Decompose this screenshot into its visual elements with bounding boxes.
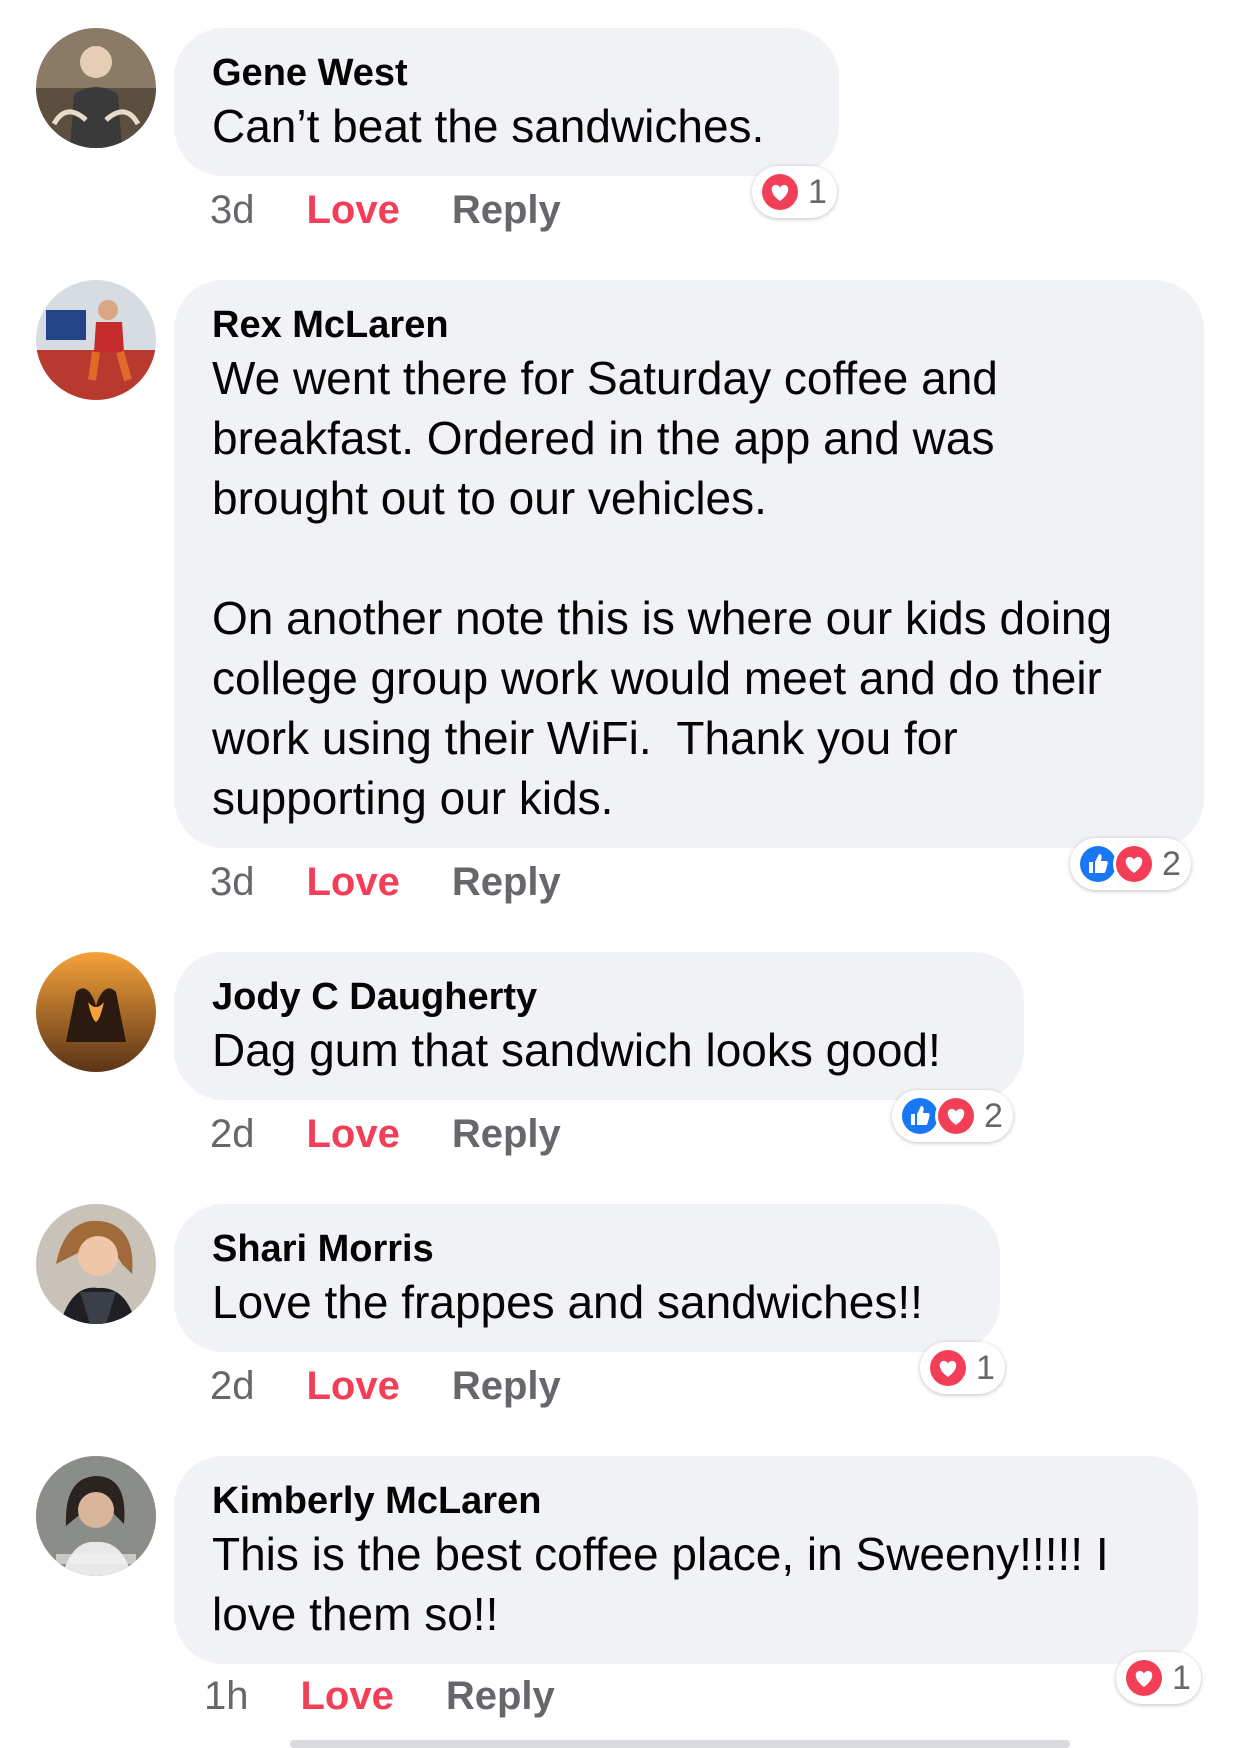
comment-bubble: Rex McLaren We went there for Saturday c… [174,280,1204,848]
comment-timestamp[interactable]: 2d [210,1110,255,1158]
comment-author[interactable]: Jody C Daugherty [212,974,988,1020]
comment-author[interactable]: Kimberly McLaren [212,1478,1162,1524]
reaction-summary[interactable]: 1 [920,1342,1005,1394]
comment-text: Dag gum that sandwich looks good! [212,1024,941,1076]
love-button[interactable]: Love [307,858,400,906]
love-button[interactable]: Love [301,1672,394,1720]
comment-author[interactable]: Rex McLaren [212,302,1168,348]
heart-reaction-icon [1113,843,1155,885]
reaction-count: 2 [1162,844,1181,883]
comment-author[interactable]: Shari Morris [212,1226,964,1272]
comment-text: Love the frappes and sandwiches!! [212,1276,923,1328]
love-button[interactable]: Love [307,1110,400,1158]
comment-bubble: Kimberly McLaren This is the best coffee… [174,1456,1198,1664]
avatar[interactable] [36,280,156,400]
comment-text: We went there for Saturday coffee and br… [212,352,1113,824]
comment-timestamp[interactable]: 3d [210,858,255,906]
comment-text: This is the best coffee place, in Sweeny… [212,1528,1109,1640]
avatar-photo [36,1456,156,1576]
comment-actions: 3d Love Reply [210,186,561,234]
reaction-summary[interactable]: 2 [1070,838,1191,890]
reaction-summary[interactable]: 1 [752,166,837,218]
comment-bubble: Gene West Can’t beat the sandwiches. [174,28,839,176]
comment-timestamp[interactable]: 2d [210,1362,255,1410]
reaction-count: 1 [976,1348,995,1387]
comment-text: Can’t beat the sandwiches. [212,100,765,152]
reply-button[interactable]: Reply [452,1362,561,1410]
comment-actions: 3d Love Reply [210,858,561,906]
comment-bubble: Shari Morris Love the frappes and sandwi… [174,1204,1000,1352]
heart-reaction-icon [927,1347,969,1389]
heart-reaction-icon [1123,1657,1165,1699]
reply-button[interactable]: Reply [446,1672,555,1720]
avatar[interactable] [36,952,156,1072]
reaction-summary[interactable]: 1 [1116,1652,1201,1704]
reaction-summary[interactable]: 2 [892,1090,1013,1142]
reaction-count: 1 [808,172,827,211]
reply-button[interactable]: Reply [452,858,561,906]
reply-button[interactable]: Reply [452,186,561,234]
comment-actions: 2d Love Reply [210,1110,561,1158]
comment-timestamp[interactable]: 3d [210,186,255,234]
reaction-count: 2 [984,1096,1003,1135]
avatar-photo [36,952,156,1072]
comment-actions: 1h Love Reply [204,1672,555,1720]
avatar-photo [36,28,156,148]
comment-composer-edge [290,1740,1070,1748]
heart-reaction-icon [759,171,801,213]
love-button[interactable]: Love [307,1362,400,1410]
comment-author[interactable]: Gene West [212,50,803,96]
comment-timestamp[interactable]: 1h [204,1672,249,1720]
avatar-photo [36,280,156,400]
comment-bubble: Jody C Daugherty Dag gum that sandwich l… [174,952,1024,1100]
comment-actions: 2d Love Reply [210,1362,561,1410]
reaction-count: 1 [1172,1658,1191,1697]
avatar-photo [36,1204,156,1324]
avatar[interactable] [36,1204,156,1324]
avatar[interactable] [36,1456,156,1576]
reply-button[interactable]: Reply [452,1110,561,1158]
love-button[interactable]: Love [307,186,400,234]
avatar[interactable] [36,28,156,148]
heart-reaction-icon [935,1095,977,1137]
